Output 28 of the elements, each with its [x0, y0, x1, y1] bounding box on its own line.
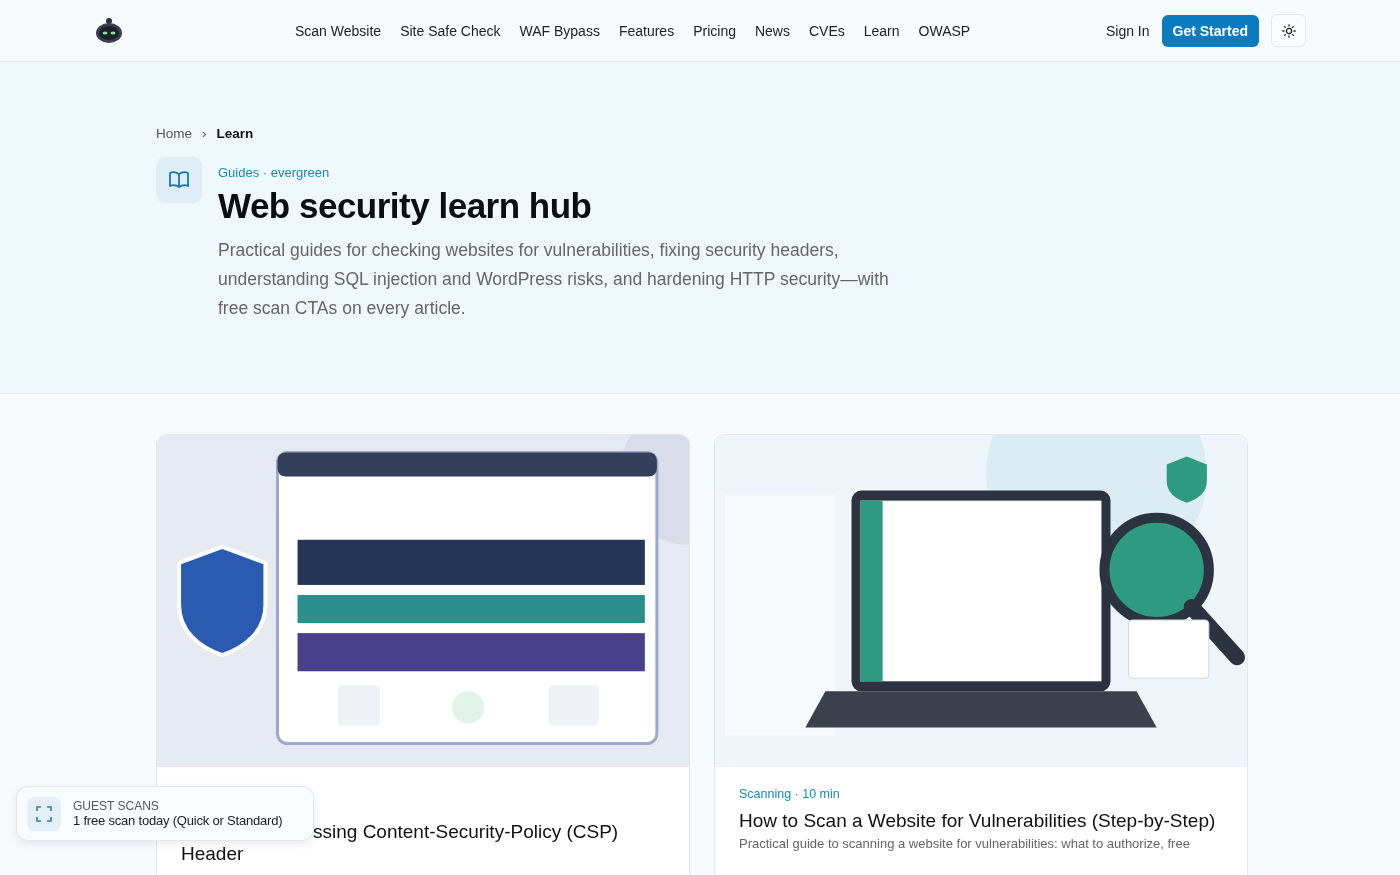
- article-description: Practical guide to scanning a website for vulnerabilities: what to authorize, free: [739, 836, 1191, 851]
- nav-link[interactable]: Pricing: [693, 22, 736, 39]
- scan-frame-icon: [27, 796, 61, 831]
- article-title[interactable]: How to Scan a Website for Vulnerabilities (Step-by-Step): [739, 809, 1223, 832]
- breadcrumb-link[interactable]: Learn: [216, 126, 254, 141]
- nav-link[interactable]: OWASP: [918, 22, 971, 39]
- nav-link[interactable]: Features: [618, 22, 675, 39]
- sign-in-link[interactable]: Sign In: [1105, 22, 1150, 39]
- nav-link[interactable]: Site Safe Check: [400, 22, 501, 39]
- article-title-line[interactable]: Header: [181, 843, 244, 865]
- hero-description: Practical guides for checking websites for vulnerabilities, fixing security headers, understanding SQL injection and WordPress risks, and hardening HTTP security—with free scan CTAs on every article.: [218, 239, 890, 320]
- nav-link[interactable]: Scan Website: [295, 22, 382, 39]
- article-title-line[interactable]: ssing Content-Security-Policy (CSP): [313, 821, 619, 843]
- article-meta: Scanning · 10 min: [739, 787, 841, 801]
- category-label: Guides · evergreen: [218, 165, 331, 180]
- breadcrumb-separator: ›: [202, 126, 207, 141]
- sun-icon: [1281, 23, 1296, 38]
- theme-toggle-button[interactable]: [1271, 14, 1306, 47]
- book-icon: [156, 157, 202, 203]
- get-started-button[interactable]: Get Started: [1161, 14, 1259, 47]
- robot-logo-icon[interactable]: [94, 16, 124, 45]
- nav-link[interactable]: WAF Bypass: [519, 22, 600, 39]
- nav-link[interactable]: News: [754, 22, 790, 39]
- breadcrumb-link[interactable]: Home: [156, 126, 192, 141]
- page-title: Web security learn hub: [218, 186, 593, 226]
- nav-link[interactable]: CVEs: [808, 22, 845, 39]
- article-card[interactable]: Scanning · 10 min How to Scan a Website for Vulnerabilities (Step-by-Step) Practical guide to scanning a website for vulnerabilities: what to authorize, free: [714, 434, 1248, 875]
- nav-link[interactable]: Learn: [863, 22, 900, 39]
